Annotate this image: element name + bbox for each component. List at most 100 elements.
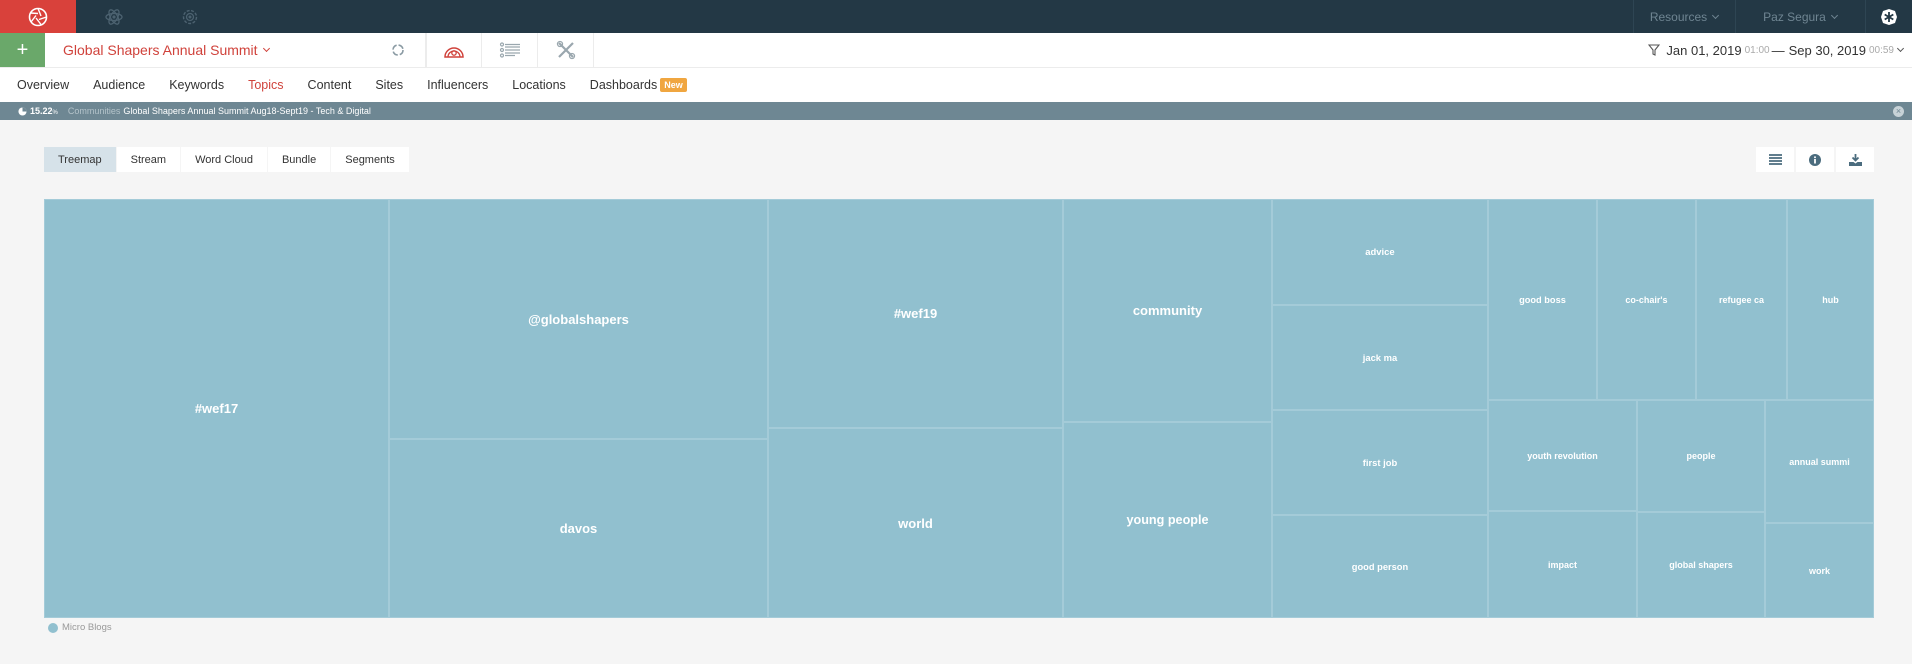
- treemap-tile-label: refugee ca: [1718, 294, 1765, 305]
- treemap-tile[interactable]: youth revolution: [1488, 400, 1637, 511]
- nav-label: Sites: [375, 78, 404, 92]
- time-start: 01:00: [1744, 44, 1770, 56]
- atom-button[interactable]: [76, 0, 152, 33]
- treemap-tile-label: co-chair's: [1625, 294, 1668, 305]
- treemap-tile[interactable]: first job: [1272, 410, 1488, 515]
- treemap-tile[interactable]: world: [768, 428, 1063, 618]
- treemap-tile-label: impact: [1547, 559, 1577, 570]
- treemap-tile[interactable]: community: [1063, 199, 1272, 422]
- time-end: 00:59: [1868, 44, 1894, 56]
- treemap-tile[interactable]: impact: [1488, 511, 1637, 618]
- nav-dashboards[interactable]: Dashboards New: [590, 78, 687, 92]
- treemap-tile[interactable]: co-chair's: [1597, 199, 1696, 400]
- treemap-tile[interactable]: young people: [1063, 422, 1272, 618]
- treemap-tile[interactable]: jack ma: [1272, 305, 1488, 410]
- tab-word-cloud[interactable]: Word Cloud: [181, 147, 267, 172]
- add-button[interactable]: +: [0, 33, 45, 67]
- nav-keywords[interactable]: Keywords: [169, 78, 224, 92]
- tab-treemap[interactable]: Treemap: [44, 147, 116, 172]
- filter-icon: [1648, 44, 1661, 56]
- project-toolbar: + Global Shapers Annual Summit Jan 01, 2…: [0, 33, 1912, 68]
- treemap-tile-label: youth revolution: [1527, 450, 1598, 461]
- section-navigation: Overview Audience Keywords Topics Conten…: [0, 68, 1912, 102]
- treemap-tile[interactable]: good boss: [1488, 199, 1597, 400]
- atom-icon: [105, 8, 123, 25]
- treemap-tile-label: jack ma: [1362, 352, 1398, 363]
- query-info-bar: 15.22% Communities Global Shapers Annual…: [0, 102, 1912, 120]
- tab-segments[interactable]: Segments: [331, 147, 409, 172]
- treemap-tile[interactable]: global shapers: [1637, 512, 1765, 618]
- date-end: Sep 30, 2019: [1788, 42, 1866, 58]
- asterisk-badge-icon: [1880, 8, 1897, 25]
- legend-label: Micro Blogs: [62, 622, 112, 633]
- resources-menu[interactable]: Resources: [1633, 0, 1735, 33]
- nav-locations[interactable]: Locations: [512, 78, 566, 92]
- project-name: Global Shapers Annual Summit: [63, 42, 258, 58]
- help-button[interactable]: [1865, 0, 1912, 33]
- tab-stream[interactable]: Stream: [116, 147, 181, 172]
- project-selector[interactable]: Global Shapers Annual Summit: [63, 33, 270, 67]
- nav-label: Audience: [93, 78, 146, 92]
- treemap-tile[interactable]: good person: [1272, 515, 1488, 618]
- percent-suffix: %: [52, 109, 58, 116]
- treemap-tile-label: @globalshapers: [528, 311, 629, 327]
- gear-icon: [182, 9, 198, 24]
- treemap-tile-label: global shapers: [1669, 560, 1733, 570]
- treemap-tile-label: people: [1686, 451, 1716, 461]
- treemap-tile[interactable]: refugee ca: [1696, 199, 1787, 400]
- brand-logo-button[interactable]: [0, 0, 76, 33]
- treemap-tile-label: advice: [1365, 246, 1395, 258]
- treemap-tile[interactable]: @globalshapers: [389, 199, 768, 439]
- nav-label: Locations: [512, 78, 566, 92]
- treemap-tile[interactable]: davos: [389, 439, 768, 618]
- user-name: Paz Segura: [1763, 9, 1826, 24]
- chart-legend: Micro Blogs: [48, 622, 112, 633]
- settings-button[interactable]: [152, 0, 228, 33]
- close-icon[interactable]: ×: [1893, 106, 1904, 117]
- list-view-button[interactable]: [1756, 147, 1794, 172]
- nav-label: Content: [307, 78, 352, 92]
- user-menu[interactable]: Paz Segura: [1735, 0, 1865, 33]
- treemap-tile[interactable]: #wef19: [768, 199, 1063, 428]
- nav-label: Overview: [17, 78, 70, 92]
- info-button[interactable]: [1796, 147, 1834, 172]
- treemap-tile[interactable]: annual summi: [1765, 400, 1874, 523]
- chevron-down-icon: [262, 44, 270, 53]
- nav-label: Influencers: [427, 78, 489, 92]
- nav-topics[interactable]: Topics: [248, 78, 283, 92]
- treemap-tile-label: good person: [1351, 561, 1409, 572]
- treemap-tile-label: hub: [1822, 294, 1839, 305]
- download-icon: [1848, 153, 1862, 166]
- chevron-down-icon: [1712, 11, 1720, 19]
- treemap-tile-label: work: [1808, 565, 1830, 576]
- query-name: Global Shapers Annual Summit Aug18-Sept1…: [123, 106, 371, 116]
- brand-logo-icon: [28, 7, 48, 26]
- nav-label: Dashboards: [589, 78, 658, 92]
- gauge-button[interactable]: [426, 33, 482, 67]
- treemap-tile-label: community: [1132, 303, 1203, 318]
- legend-swatch: [48, 622, 58, 633]
- nav-label: Keywords: [169, 78, 225, 92]
- nav-audience[interactable]: Audience: [93, 78, 145, 92]
- chevron-down-icon: [1896, 44, 1905, 53]
- date-range-picker[interactable]: Jan 01, 2019 01:00 — Sep 30, 2019 00:59: [1648, 33, 1905, 67]
- nav-content[interactable]: Content: [308, 78, 352, 92]
- tools-button[interactable]: [538, 33, 594, 67]
- treemap-tile-label: annual summi: [1789, 456, 1850, 467]
- nav-overview[interactable]: Overview: [17, 78, 69, 92]
- tab-bundle[interactable]: Bundle: [267, 147, 331, 172]
- nav-influencers[interactable]: Influencers: [427, 78, 488, 92]
- treemap-tile-label: #wef19: [893, 306, 938, 321]
- treemap-tile[interactable]: advice: [1272, 199, 1488, 305]
- nav-sites[interactable]: Sites: [375, 78, 403, 92]
- treemap-tile[interactable]: people: [1637, 400, 1765, 512]
- gauge-icon: [444, 47, 464, 58]
- treemap-tile[interactable]: #wef17: [44, 199, 389, 618]
- query-category: Communities: [67, 106, 121, 116]
- download-button[interactable]: [1836, 147, 1874, 172]
- nav-label: Topics: [248, 78, 284, 92]
- treemap-tile[interactable]: work: [1765, 523, 1874, 618]
- list-settings-button[interactable]: [482, 33, 538, 67]
- refresh-button[interactable]: [370, 33, 426, 67]
- treemap-tile[interactable]: hub: [1787, 199, 1874, 400]
